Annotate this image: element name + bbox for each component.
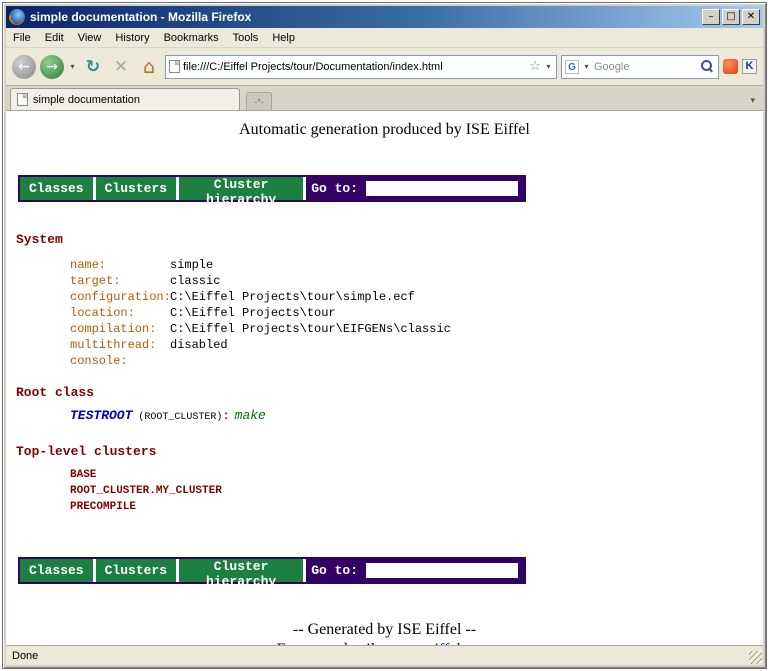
system-row: console: — [70, 353, 763, 369]
search-bar: G ▾ — [561, 55, 719, 79]
cluster-hierarchy-button[interactable]: Cluster hierarchy — [179, 177, 303, 200]
navigation-toolbar: ← → ▾ ↻ ✕ ⌂ ☆ ▾ G ▾ K — [6, 48, 763, 86]
eiffel-toolbar-bottom: Classes Clusters Cluster hierarchy Go to… — [18, 557, 526, 584]
clusters-button[interactable]: Clusters — [96, 177, 176, 200]
close-button[interactable]: ✕ — [742, 9, 760, 25]
url-bar: ☆ ▾ — [165, 55, 557, 79]
system-row: multithread: disabled — [70, 337, 763, 353]
system-row-label: target: — [70, 273, 170, 289]
page-header: Automatic generation produced by ISE Eif… — [6, 121, 763, 139]
addon-k-icon[interactable]: K — [742, 59, 757, 74]
url-input[interactable] — [183, 61, 526, 73]
system-row-value: disabled — [170, 337, 228, 353]
list-all-tabs-icon[interactable]: ▾ — [746, 95, 759, 110]
titlebar: simple documentation - Mozilla Firefox –… — [6, 6, 763, 28]
system-row: name: simple — [70, 257, 763, 273]
page-content: Automatic generation produced by ISE Eif… — [6, 111, 763, 645]
root-class-line: TESTROOT (ROOT_CLUSTER): make — [70, 408, 763, 426]
maximize-button[interactable]: □ — [722, 9, 740, 25]
system-row-label: compilation: — [70, 321, 170, 337]
firefox-icon — [9, 9, 25, 25]
root-class-link[interactable]: TESTROOT — [70, 408, 132, 423]
menubar: File Edit View History Bookmarks Tools H… — [6, 28, 763, 48]
classes-button[interactable]: Classes — [20, 559, 93, 582]
new-tab-button[interactable]: -*- — [246, 92, 272, 110]
goto-input[interactable] — [365, 562, 519, 579]
menu-history[interactable]: History — [108, 30, 156, 46]
menu-bookmarks[interactable]: Bookmarks — [157, 30, 226, 46]
search-input[interactable] — [594, 61, 698, 73]
tab-bar: simple documentation -*- ▾ — [6, 86, 763, 111]
resize-grip[interactable] — [749, 651, 762, 664]
page-footer: -- Generated by ISE Eiffel -- For more d… — [6, 620, 763, 645]
back-icon[interactable]: ← — [12, 55, 36, 79]
tab-favicon — [17, 93, 28, 106]
system-row-value: C:\Eiffel Projects\tour — [170, 305, 336, 321]
root-separator: : — [222, 409, 229, 423]
footer-line1: -- Generated by ISE Eiffel -- — [6, 620, 763, 640]
history-dropdown-icon[interactable]: ▾ — [68, 62, 77, 71]
menu-edit[interactable]: Edit — [38, 30, 71, 46]
page-favicon — [169, 60, 180, 73]
system-row-value: classic — [170, 273, 220, 289]
status-text: Done — [12, 650, 38, 662]
google-icon: G — [565, 60, 579, 74]
addon-red-icon[interactable] — [723, 59, 738, 74]
root-creation-procedure: make — [235, 408, 266, 423]
bookmark-star-icon[interactable]: ☆ — [529, 59, 541, 74]
menu-view[interactable]: View — [71, 30, 109, 46]
system-row: compilation: C:\Eiffel Projects\tour\EIF… — [70, 321, 763, 337]
system-row: location: C:\Eiffel Projects\tour — [70, 305, 763, 321]
status-bar: Done — [6, 645, 763, 665]
goto-zone: Go to: — [306, 177, 524, 200]
menu-file[interactable]: File — [6, 30, 38, 46]
tab-simple-documentation[interactable]: simple documentation — [10, 88, 240, 110]
system-heading: System — [16, 232, 763, 247]
system-row-value: C:\Eiffel Projects\tour\EIFGENs\classic — [170, 321, 451, 337]
home-icon[interactable]: ⌂ — [137, 56, 161, 78]
goto-label: Go to: — [311, 563, 358, 578]
system-row-value: C:\Eiffel Projects\tour\simple.ecf — [170, 289, 415, 305]
cluster-item-base[interactable]: BASE — [70, 467, 763, 483]
clusters-button[interactable]: Clusters — [96, 559, 176, 582]
minimize-button[interactable]: – — [702, 9, 720, 25]
cluster-item-precompile[interactable]: PRECOMPILE — [70, 499, 763, 515]
goto-zone: Go to: — [306, 559, 524, 582]
forward-icon[interactable]: → — [40, 55, 64, 79]
system-row-label: name: — [70, 257, 170, 273]
reload-icon[interactable]: ↻ — [81, 57, 105, 77]
browser-window: simple documentation - Mozilla Firefox –… — [2, 2, 767, 669]
search-engine-dropdown-icon[interactable]: ▾ — [582, 62, 591, 71]
eiffel-toolbar-top: Classes Clusters Cluster hierarchy Go to… — [18, 175, 526, 202]
system-row: target: classic — [70, 273, 763, 289]
system-row-label: location: — [70, 305, 170, 321]
goto-input[interactable] — [365, 180, 519, 197]
cluster-hierarchy-button[interactable]: Cluster hierarchy — [179, 559, 303, 582]
classes-button[interactable]: Classes — [20, 177, 93, 200]
goto-label: Go to: — [311, 181, 358, 196]
url-dropdown-icon[interactable]: ▾ — [544, 62, 553, 71]
tab-label: simple documentation — [33, 94, 233, 106]
search-icon[interactable] — [701, 60, 715, 74]
system-row: configuration: C:\Eiffel Projects\tour\s… — [70, 289, 763, 305]
root-cluster-ref: (ROOT_CLUSTER) — [138, 412, 222, 423]
system-row-label: console: — [70, 353, 170, 369]
system-row-label: multithread: — [70, 337, 170, 353]
menu-help[interactable]: Help — [265, 30, 302, 46]
menu-tools[interactable]: Tools — [226, 30, 266, 46]
window-title: simple documentation - Mozilla Firefox — [30, 10, 700, 24]
stop-icon[interactable]: ✕ — [109, 57, 133, 77]
system-row-label: configuration: — [70, 289, 170, 305]
system-row-value: simple — [170, 257, 213, 273]
cluster-item-root-cluster[interactable]: ROOT_CLUSTER.MY_CLUSTER — [70, 483, 763, 499]
clusters-heading: Top-level clusters — [16, 444, 763, 459]
root-class-heading: Root class — [16, 385, 763, 400]
